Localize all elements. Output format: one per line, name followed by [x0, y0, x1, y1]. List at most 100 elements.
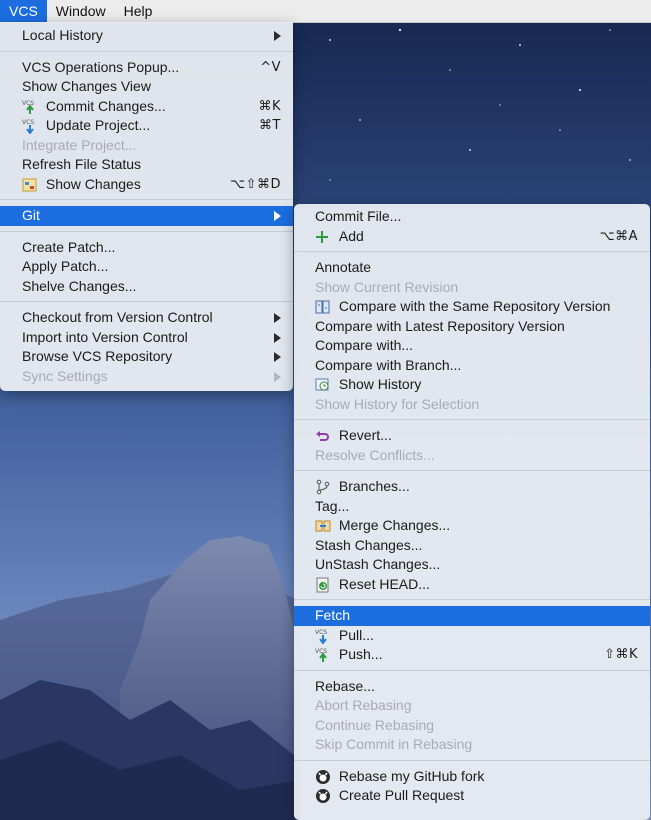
menu-item-show-history[interactable]: Show History — [294, 375, 650, 395]
submenu-arrow-icon — [274, 31, 281, 41]
menu-item-label: Show Changes — [45, 175, 141, 192]
menubar-help[interactable]: Help — [115, 0, 162, 22]
menu-item-label: Resolve Conflicts... — [315, 446, 435, 463]
menu-item-label: Checkout from Version Control — [22, 309, 213, 325]
menu-item-revert[interactable]: Revert... — [294, 426, 650, 446]
revert-icon — [315, 426, 331, 445]
vcs-commit-icon: VCS — [22, 97, 38, 116]
menu-item-label: Skip Commit in Rebasing — [315, 736, 473, 752]
menu-item-tag[interactable]: Tag... — [294, 497, 650, 517]
plus-icon — [315, 227, 331, 246]
menu-item-merge-changes[interactable]: Merge Changes... — [294, 516, 650, 536]
menu-item-show-current-revision[interactable]: Show Current Revision — [294, 278, 650, 298]
menu-item-label: Show Changes View — [22, 78, 151, 94]
menu-item-label: Git — [22, 207, 40, 223]
menu-item-skip-commit[interactable]: Skip Commit in Rebasing — [294, 735, 650, 755]
menu-separator — [294, 470, 650, 471]
menu-item-show-history-selection[interactable]: Show History for Selection — [294, 395, 650, 415]
menu-separator — [0, 199, 293, 200]
menu-separator — [294, 759, 650, 761]
menu-item-label: Create Pull Request — [338, 787, 465, 803]
menu-item-browse-repo[interactable]: Browse VCS Repository — [0, 347, 293, 367]
menu-item-fetch[interactable]: Fetch — [294, 606, 650, 626]
menu-separator — [0, 230, 293, 232]
menu-item-annotate[interactable]: Annotate — [294, 258, 650, 278]
menu-item-compare-latest[interactable]: Compare with Latest Repository Version — [294, 317, 650, 337]
menu-item-create-patch[interactable]: Create Patch... — [0, 238, 293, 258]
menu-item-label: Commit Changes... — [45, 97, 166, 114]
menu-item-checkout[interactable]: Checkout from Version Control — [0, 308, 293, 328]
menu-item-label: Compare with Branch... — [315, 356, 462, 373]
menu-item-stash-changes[interactable]: Stash Changes... — [294, 536, 650, 556]
menu-item-label: Stash Changes... — [315, 536, 423, 553]
menu-item-compare-with[interactable]: Compare with... — [294, 336, 650, 356]
svg-text:VCS: VCS — [22, 119, 34, 126]
menu-item-compare-branch[interactable]: Compare with Branch... — [294, 356, 650, 376]
menu-separator — [0, 50, 293, 52]
submenu-arrow-icon — [274, 371, 281, 382]
menu-item-show-changes-view[interactable]: Show Changes View — [0, 77, 293, 97]
menu-item-vcs-operations-popup[interactable]: VCS Operations Popup... ^V — [0, 58, 293, 78]
vcs-push-icon: VCS — [315, 645, 331, 664]
menubar-vcs[interactable]: VCS — [0, 0, 47, 22]
menu-item-label: Push... — [338, 646, 383, 662]
menu-separator — [294, 419, 650, 420]
vcs-pull-icon: VCS — [315, 626, 331, 645]
menu-item-update-project[interactable]: VCS Update Project... ⌘T — [0, 116, 293, 136]
menu-item-label: Rebase my GitHub fork — [338, 767, 485, 784]
menu-item-label: Tag... — [315, 497, 350, 514]
menu-item-push[interactable]: VCS Push... ⇧⌘K — [294, 645, 650, 665]
menu-item-add[interactable]: Add ⌥⌘A — [294, 227, 650, 247]
menu-item-unstash-changes[interactable]: UnStash Changes... — [294, 555, 650, 575]
shortcut-label: ^V — [260, 59, 281, 75]
menu-item-git[interactable]: Git — [0, 206, 293, 226]
menu-separator — [294, 251, 650, 252]
menu-item-sync-settings[interactable]: Sync Settings — [0, 367, 293, 387]
shortcut-label: ⌥⇧⌘D — [230, 176, 281, 192]
menu-item-refresh-file-status[interactable]: Refresh File Status — [0, 155, 293, 175]
menu-item-import[interactable]: Import into Version Control — [0, 328, 293, 348]
shortcut-label: ⌥⌘A — [599, 228, 638, 244]
submenu-arrow-icon — [274, 352, 281, 362]
menu-item-label: Compare with the Same Repository Version — [338, 298, 611, 314]
reset-icon — [315, 575, 331, 594]
menu-item-apply-patch[interactable]: Apply Patch... — [0, 257, 293, 277]
menu-item-label: Reset HEAD... — [338, 575, 430, 592]
menu-item-pull[interactable]: VCS Pull... — [294, 626, 650, 646]
shortcut-label: ⌘T — [259, 118, 281, 133]
menu-item-create-pull-request[interactable]: Create Pull Request — [294, 786, 650, 806]
svg-text:VCS: VCS — [315, 629, 327, 636]
menu-item-label: Pull... — [338, 626, 374, 643]
menu-item-rebase[interactable]: Rebase... — [294, 677, 650, 697]
menu-item-local-history[interactable]: Local History — [0, 26, 293, 46]
menubar-window[interactable]: Window — [47, 0, 115, 22]
menu-item-label: Import into Version Control — [22, 328, 188, 345]
menu-item-label: UnStash Changes... — [315, 556, 441, 572]
menu-bar: VCS Window Help — [0, 0, 651, 23]
menu-separator — [0, 301, 293, 302]
menu-item-reset-head[interactable]: Reset HEAD... — [294, 575, 650, 595]
menu-item-shelve-changes[interactable]: Shelve Changes... — [0, 277, 293, 297]
shortcut-label: ⇧⌘K — [604, 647, 638, 662]
menu-item-label: Show History — [338, 376, 422, 392]
menu-item-show-changes[interactable]: Show Changes ⌥⇧⌘D — [0, 175, 293, 195]
menu-item-compare-same-repo[interactable]: Compare with the Same Repository Version — [294, 297, 650, 317]
menu-item-branches[interactable]: Branches... — [294, 477, 650, 497]
menu-item-continue-rebasing[interactable]: Continue Rebasing — [294, 716, 650, 736]
menu-item-resolve-conflicts[interactable]: Resolve Conflicts... — [294, 446, 650, 466]
svg-text:VCS: VCS — [22, 100, 34, 107]
menu-item-label: Show History for Selection — [315, 395, 480, 412]
menu-item-label: Browse VCS Repository — [22, 348, 173, 364]
menu-item-integrate-project[interactable]: Integrate Project... — [0, 136, 293, 156]
menu-item-commit-file[interactable]: Commit File... — [294, 207, 650, 227]
menu-separator — [294, 669, 650, 671]
menu-item-abort-rebasing[interactable]: Abort Rebasing — [294, 696, 650, 716]
menu-item-label: Compare with... — [315, 337, 414, 353]
menu-item-commit-changes[interactable]: VCS Commit Changes... ⌘K — [0, 97, 293, 117]
menu-item-label: VCS Operations Popup... — [22, 58, 180, 75]
menu-separator — [294, 599, 650, 600]
menu-item-rebase-fork[interactable]: Rebase my GitHub fork — [294, 767, 650, 787]
shortcut-label: ⌘K — [258, 98, 281, 114]
submenu-arrow-icon — [274, 313, 281, 323]
github-icon — [315, 767, 331, 786]
